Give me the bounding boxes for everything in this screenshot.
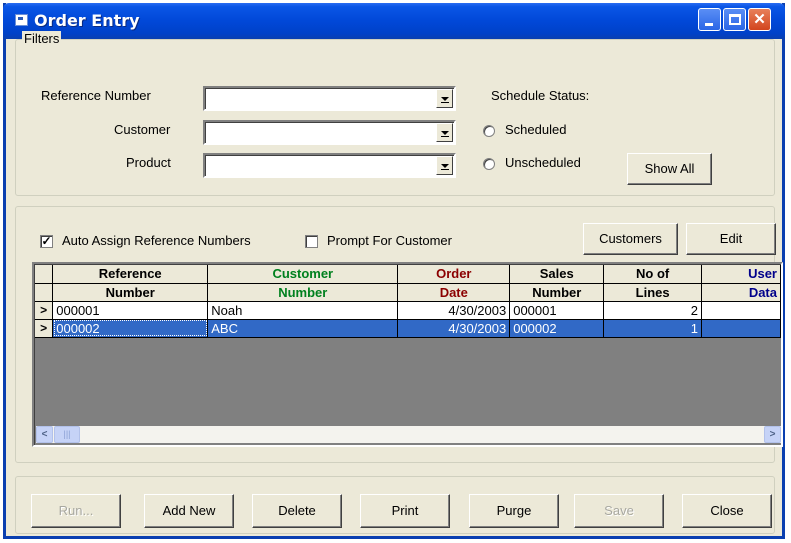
table-row[interactable]: > 000001 Noah 4/30/2003 000001 2 (35, 301, 781, 320)
cell-user[interactable] (701, 319, 781, 338)
print-button[interactable]: Print (360, 494, 450, 528)
cell-reference[interactable]: 000002 (52, 319, 209, 338)
filters-group-label: Filters (22, 31, 62, 46)
window-app-icon (15, 14, 28, 26)
cell-customer[interactable]: ABC (207, 319, 399, 338)
purge-button-label: Purge (496, 503, 532, 518)
row-marker[interactable]: > (35, 319, 54, 338)
delete-button-label: Delete (278, 503, 316, 518)
col-header-customer-2[interactable]: Number (207, 283, 399, 302)
product-label: Product (126, 155, 171, 170)
cell-lines[interactable]: 1 (603, 319, 702, 338)
cell-sales[interactable]: 000001 (509, 301, 605, 320)
show-all-label: Show All (644, 161, 695, 176)
row-selector-header (35, 283, 54, 302)
horizontal-scrollbar[interactable]: < ||| > (36, 426, 781, 443)
orders-table: Reference Customer Order Sales No of Use… (35, 265, 781, 338)
row-selector-header (35, 265, 54, 284)
window-title: Order Entry (34, 11, 140, 30)
chevron-down-icon[interactable] (436, 123, 453, 142)
col-header-customer[interactable]: Customer (207, 265, 399, 284)
scheduled-label[interactable]: Scheduled (505, 122, 566, 137)
col-header-reference-2[interactable]: Number (52, 283, 209, 302)
cell-order-date[interactable]: 4/30/2003 (397, 319, 511, 338)
customer-combo[interactable] (203, 120, 456, 145)
edit-button[interactable]: Edit (686, 223, 776, 255)
col-header-order[interactable]: Order (397, 265, 511, 284)
row-marker[interactable]: > (35, 301, 54, 320)
cell-lines[interactable]: 2 (603, 301, 702, 320)
edit-button-label: Edit (719, 231, 743, 246)
cell-sales[interactable]: 000002 (509, 319, 605, 338)
filters-group: Filters Reference Number Customer Produc… (15, 31, 775, 196)
minimize-icon (705, 23, 713, 26)
maximize-button[interactable] (723, 8, 746, 31)
run-button[interactable]: Run... (31, 494, 121, 528)
customers-button-label: Customers (599, 231, 662, 246)
title-bar: Order Entry ✕ (3, 3, 785, 39)
scroll-thumb[interactable]: ||| (54, 426, 80, 443)
prompt-customer-checkbox[interactable] (305, 235, 318, 248)
reference-number-combo[interactable] (203, 86, 456, 111)
col-header-lines[interactable]: No of (603, 265, 702, 284)
orders-grid[interactable]: Reference Customer Order Sales No of Use… (32, 262, 783, 447)
chevron-down-icon[interactable] (436, 156, 453, 175)
col-header-user[interactable]: User (701, 265, 781, 284)
save-button-label: Save (604, 503, 634, 518)
table-row[interactable]: > 000002 ABC 4/30/2003 000002 1 (35, 319, 781, 338)
scroll-left-icon[interactable]: < (36, 426, 53, 443)
auto-assign-label[interactable]: Auto Assign Reference Numbers (62, 233, 251, 248)
close-icon: ✕ (753, 11, 766, 28)
auto-assign-checkbox[interactable]: ✓ (40, 235, 53, 248)
col-header-lines-2[interactable]: Lines (603, 283, 702, 302)
reference-number-label: Reference Number (41, 88, 151, 103)
prompt-customer-label[interactable]: Prompt For Customer (327, 233, 452, 248)
scheduled-radio[interactable] (483, 125, 495, 137)
maximize-icon (729, 14, 741, 25)
cell-customer[interactable]: Noah (207, 301, 399, 320)
cell-reference[interactable]: 000001 (52, 301, 209, 320)
customers-button[interactable]: Customers (583, 223, 678, 255)
add-new-button-label: Add New (162, 503, 216, 518)
order-entry-window: Order Entry ✕ Filters Reference Number C… (3, 3, 785, 539)
purge-button[interactable]: Purge (469, 494, 559, 528)
cell-order-date[interactable]: 4/30/2003 (397, 301, 511, 320)
show-all-button[interactable]: Show All (627, 153, 712, 185)
col-header-user-2[interactable]: Data (701, 283, 781, 302)
col-header-sales[interactable]: Sales (509, 265, 605, 284)
customer-label: Customer (114, 122, 171, 137)
col-header-reference[interactable]: Reference (52, 265, 209, 284)
unscheduled-radio[interactable] (483, 158, 495, 170)
schedule-status-label: Schedule Status: (491, 88, 590, 103)
chevron-down-icon[interactable] (436, 89, 453, 108)
close-button[interactable]: Close (682, 494, 772, 528)
delete-button[interactable]: Delete (252, 494, 342, 528)
close-window-button[interactable]: ✕ (748, 8, 771, 31)
scroll-right-icon[interactable]: > (764, 426, 781, 443)
product-combo[interactable] (203, 153, 456, 178)
col-header-order-2[interactable]: Date (397, 283, 511, 302)
print-button-label: Print (391, 503, 419, 518)
save-button[interactable]: Save (574, 494, 664, 528)
col-header-sales-2[interactable]: Number (509, 283, 605, 302)
minimize-button[interactable] (698, 8, 721, 31)
close-button-label: Close (710, 503, 744, 518)
unscheduled-label[interactable]: Unscheduled (505, 155, 581, 170)
run-button-label: Run... (58, 503, 94, 518)
cell-user[interactable] (701, 301, 781, 320)
add-new-button[interactable]: Add New (144, 494, 234, 528)
